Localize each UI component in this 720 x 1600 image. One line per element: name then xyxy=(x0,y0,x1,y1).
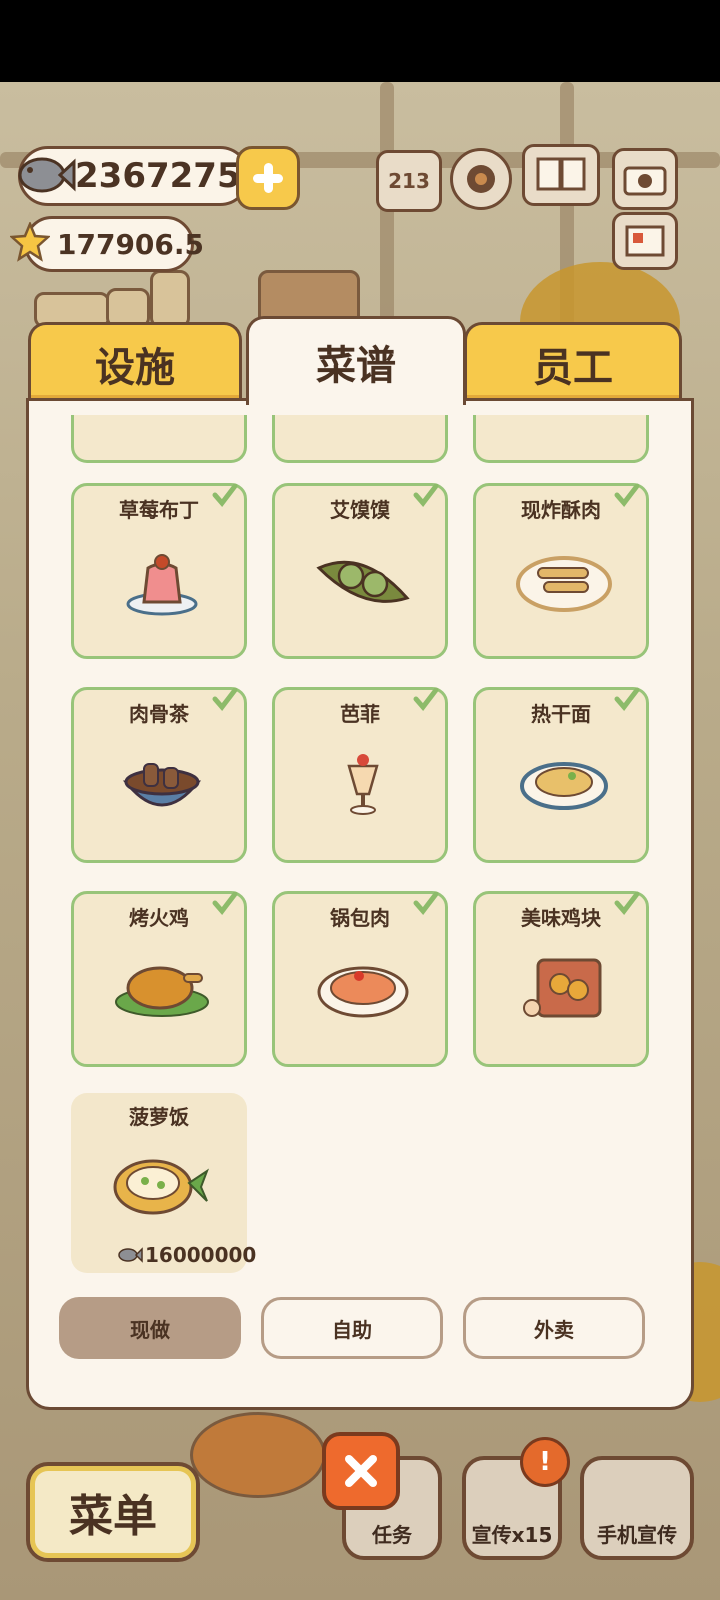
status-bar xyxy=(0,0,720,82)
recipe-price: 16000000 xyxy=(117,1243,256,1267)
recipe-card[interactable]: 艾馍馍 xyxy=(272,483,448,659)
mode-delivery-button[interactable]: 外卖 xyxy=(463,1297,645,1359)
mode-cook-now-button[interactable]: 现做 xyxy=(59,1297,241,1359)
hot-dry-noodles-icon xyxy=(520,762,608,810)
recipe-card[interactable]: 锅包肉 xyxy=(272,891,448,1067)
star-amount: 177906.5 xyxy=(57,227,205,261)
recipe-card-locked[interactable]: 菠萝饭 16000000 xyxy=(71,1093,256,1273)
recipe-list[interactable]: 草莓布丁 艾馍馍 现炸酥肉 肉骨茶 芭菲 热干面 烤火鸡 锅包肉 美味鸡块 菠萝… xyxy=(26,398,694,1410)
ranking-icon[interactable]: 213 xyxy=(376,150,442,212)
check-icon xyxy=(212,687,238,711)
recipe-card[interactable]: 烤火鸡 xyxy=(71,891,247,1067)
bak-kut-teh-icon xyxy=(122,763,202,807)
parfait-icon xyxy=(347,754,379,815)
recipe-card[interactable]: 芭菲 xyxy=(272,687,448,863)
chicken-nuggets-icon xyxy=(523,958,602,1018)
tab-recipes[interactable]: 菜谱 xyxy=(246,316,466,405)
newspaper-icon[interactable] xyxy=(612,212,678,270)
camera-icon[interactable] xyxy=(612,148,678,210)
fried-pork-icon xyxy=(516,556,612,612)
fish-icon xyxy=(18,157,76,193)
check-icon xyxy=(413,483,439,507)
recipe-card[interactable]: 现炸酥肉 xyxy=(473,483,649,659)
check-icon xyxy=(614,483,640,507)
recipe-name: 菠萝饭 xyxy=(129,1105,189,1129)
close-button[interactable] xyxy=(322,1432,400,1510)
recipe-card[interactable]: 肉骨茶 xyxy=(71,687,247,863)
add-fish-button[interactable] xyxy=(236,146,300,210)
menu-button[interactable]: 菜单 xyxy=(26,1462,200,1562)
recipe-card[interactable] xyxy=(71,415,247,463)
guobaorou-icon xyxy=(317,966,409,1018)
check-icon xyxy=(212,891,238,915)
check-icon xyxy=(614,891,640,915)
recipe-card[interactable] xyxy=(473,415,649,463)
check-icon xyxy=(212,483,238,507)
tab-staff[interactable]: 员工 xyxy=(464,322,682,403)
notification-badge: ! xyxy=(520,1437,570,1487)
fish-amount: 2367275 xyxy=(75,156,241,196)
close-icon xyxy=(345,1455,377,1487)
phone-promo-button[interactable]: 手机宣传 xyxy=(580,1456,694,1560)
check-icon xyxy=(614,687,640,711)
gear-icon[interactable] xyxy=(450,148,512,210)
pineapple-rice-icon xyxy=(113,1159,209,1215)
recipe-card[interactable] xyxy=(272,415,448,463)
mode-buffet-button[interactable]: 自助 xyxy=(261,1297,443,1359)
recipe-card[interactable]: 美味鸡块 xyxy=(473,891,649,1067)
recipe-card[interactable]: 草莓布丁 xyxy=(71,483,247,659)
fish-icon xyxy=(118,1247,143,1263)
roast-turkey-icon xyxy=(115,966,209,1017)
check-icon xyxy=(413,891,439,915)
green-buns-icon xyxy=(316,560,410,603)
recipe-card[interactable]: 热干面 xyxy=(473,687,649,863)
recipe-panel: 设施 菜谱 员工 草莓布丁 艾馍馍 现炸酥肉 肉骨茶 芭菲 热干面 烤火鸡 锅包… xyxy=(26,316,694,1412)
recipe-book-icon[interactable] xyxy=(522,144,600,206)
star-icon xyxy=(10,222,50,262)
pudding-icon xyxy=(126,554,198,616)
tab-facilities[interactable]: 设施 xyxy=(28,322,242,403)
check-icon xyxy=(413,687,439,711)
